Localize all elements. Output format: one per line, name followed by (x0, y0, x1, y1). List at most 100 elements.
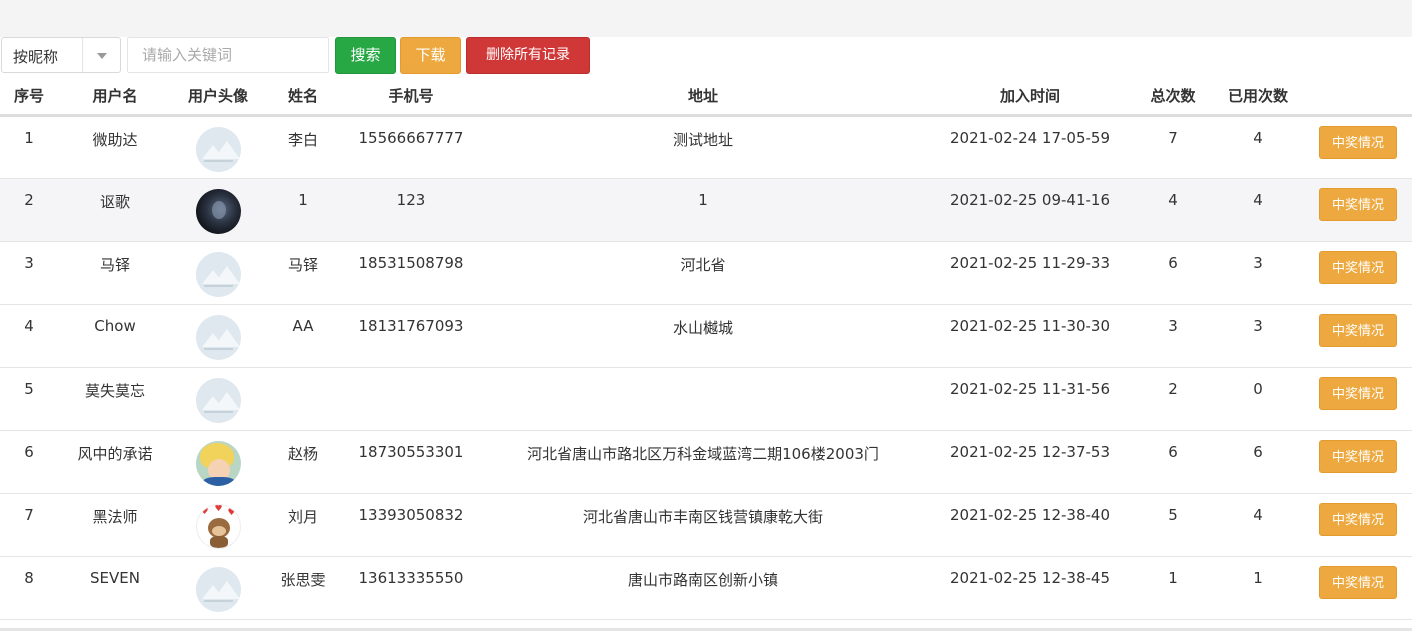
table-row: 2 讴歌 1 123 1 2021-02-25 09-41-16 4 4 中奖情… (0, 178, 1412, 242)
cell-address (480, 367, 926, 431)
cell-total: 2 (1134, 367, 1212, 431)
table-row: 5 莫失莫忘 2021-02-25 11-31-56 2 0 中奖情况 (0, 367, 1412, 431)
chevron-down-icon[interactable] (97, 53, 107, 59)
cell-actions: 中奖情况 (1304, 556, 1412, 620)
header-seq: 序号 (0, 76, 58, 117)
placeholder-avatar-icon (195, 127, 241, 172)
cell-address: 河北省唐山市丰南区钱营镇康乾大街 (480, 493, 926, 557)
cell-seq: 5 (0, 367, 58, 431)
header-username: 用户名 (58, 76, 172, 117)
search-input[interactable] (127, 37, 329, 73)
cell-avatar (172, 178, 264, 242)
records-table: 序号 用户名 用户头像 姓名 手机号 地址 加入时间 总次数 已用次数 1 微助… (0, 76, 1412, 620)
cell-join-time: 2021-02-25 12-37-53 (926, 430, 1134, 494)
cell-actions: 中奖情况 (1304, 178, 1412, 242)
header-used: 已用次数 (1212, 76, 1304, 117)
cell-avatar (172, 304, 264, 368)
cell-join-time: 2021-02-25 11-31-56 (926, 367, 1134, 431)
prize-status-button[interactable]: 中奖情况 (1319, 440, 1397, 473)
cell-username: 马铎 (58, 241, 172, 305)
header-total: 总次数 (1134, 76, 1212, 117)
cell-username: Chow (58, 304, 172, 368)
cell-phone: 18531508798 (342, 241, 480, 305)
toolbar: 按昵称 搜索 下载 删除所有记录 (0, 37, 1412, 75)
cell-join-time: 2021-02-25 11-29-33 (926, 241, 1134, 305)
prize-status-button[interactable]: 中奖情况 (1319, 188, 1397, 221)
table-row: 6 风中的承诺 赵杨 18730553301 河北省唐山市路北区万科金域蓝湾二期… (0, 430, 1412, 494)
cell-phone: 15566667777 (342, 115, 480, 179)
cell-seq: 1 (0, 115, 58, 179)
cell-username: 讴歌 (58, 178, 172, 242)
cell-avatar (172, 115, 264, 179)
header-actions (1304, 76, 1412, 117)
table-row: 8 SEVEN 张思雯 13613335550 唐山市路南区创新小镇 2021-… (0, 556, 1412, 620)
prize-status-button[interactable]: 中奖情况 (1319, 566, 1397, 599)
cell-used: 4 (1212, 178, 1304, 242)
cell-seq: 3 (0, 241, 58, 305)
header-join-time: 加入时间 (926, 76, 1134, 117)
cell-address: 唐山市路南区创新小镇 (480, 556, 926, 620)
cell-address: 1 (480, 178, 926, 242)
cell-actions: 中奖情况 (1304, 241, 1412, 305)
cell-join-time: 2021-02-25 11-30-30 (926, 304, 1134, 368)
cell-avatar (172, 367, 264, 431)
cell-seq: 4 (0, 304, 58, 368)
cell-address: 河北省唐山市路北区万科金域蓝湾二期106楼2003门 (480, 430, 926, 494)
table-row: 3 马铎 马铎 18531508798 河北省 2021-02-25 11-29… (0, 241, 1412, 305)
cell-username: 微助达 (58, 115, 172, 179)
cell-used: 4 (1212, 493, 1304, 557)
cell-address: 测试地址 (480, 115, 926, 179)
cell-join-time: 2021-02-25 12-38-45 (926, 556, 1134, 620)
cell-total: 1 (1134, 556, 1212, 620)
prize-status-button[interactable]: 中奖情况 (1319, 126, 1397, 159)
cell-avatar (172, 430, 264, 494)
cell-total: 5 (1134, 493, 1212, 557)
cell-join-time: 2021-02-25 09-41-16 (926, 178, 1134, 242)
cell-total: 7 (1134, 115, 1212, 179)
cell-used: 3 (1212, 304, 1304, 368)
cell-phone: 18131767093 (342, 304, 480, 368)
cell-phone: 13393050832 (342, 493, 480, 557)
filter-select-value: 按昵称 (13, 48, 59, 66)
cell-avatar (172, 556, 264, 620)
cell-seq: 7 (0, 493, 58, 557)
cell-join-time: 2021-02-24 17-05-59 (926, 115, 1134, 179)
cell-phone: 123 (342, 178, 480, 242)
search-button[interactable]: 搜索 (335, 37, 396, 74)
cell-avatar: ♥ ♥ ♥ (172, 493, 264, 557)
cell-actions: 中奖情况 (1304, 493, 1412, 557)
cell-username: SEVEN (58, 556, 172, 620)
cell-used: 1 (1212, 556, 1304, 620)
filter-select[interactable]: 按昵称 (1, 37, 121, 73)
monkey-avatar-icon: ♥ ♥ ♥ (195, 504, 241, 549)
cell-seq: 6 (0, 430, 58, 494)
placeholder-avatar-icon (195, 378, 241, 423)
table-header: 序号 用户名 用户头像 姓名 手机号 地址 加入时间 总次数 已用次数 (0, 76, 1412, 117)
cell-used: 0 (1212, 367, 1304, 431)
top-bar (0, 0, 1412, 37)
table-row: 7 黑法师 ♥ ♥ ♥ 刘月 13393050832 河北省唐山市丰南区钱营镇康乾大… (0, 493, 1412, 557)
download-button[interactable]: 下载 (400, 37, 461, 74)
cell-username: 黑法师 (58, 493, 172, 557)
cell-total: 4 (1134, 178, 1212, 242)
cell-used: 6 (1212, 430, 1304, 494)
table-body: 1 微助达 李白 15566667777 测试地址 2021-02-24 17-… (0, 115, 1412, 620)
cell-total: 3 (1134, 304, 1212, 368)
prize-status-button[interactable]: 中奖情况 (1319, 377, 1397, 410)
placeholder-avatar-icon (195, 567, 241, 612)
delete-all-button[interactable]: 删除所有记录 (466, 37, 590, 74)
table-row: 4 Chow AA 18131767093 水山樾城 2021-02-25 11… (0, 304, 1412, 368)
cell-phone (342, 367, 480, 431)
cell-address: 河北省 (480, 241, 926, 305)
placeholder-avatar-icon (195, 252, 241, 297)
cell-total: 6 (1134, 241, 1212, 305)
cell-name: 刘月 (264, 493, 342, 557)
cell-name: AA (264, 304, 342, 368)
header-avatar: 用户头像 (172, 76, 264, 117)
prize-status-button[interactable]: 中奖情况 (1319, 251, 1397, 284)
prize-status-button[interactable]: 中奖情况 (1319, 314, 1397, 347)
header-phone: 手机号 (342, 76, 480, 117)
cell-phone: 18730553301 (342, 430, 480, 494)
prize-status-button[interactable]: 中奖情况 (1319, 503, 1397, 536)
cell-avatar (172, 241, 264, 305)
